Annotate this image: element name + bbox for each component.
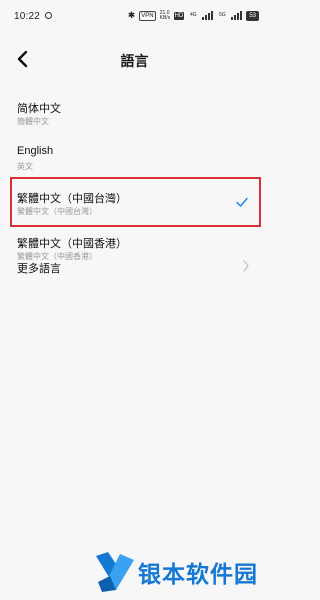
status-icons: ✱ VPN 21.0 KB/s HD 4G 5G 53 <box>128 10 259 21</box>
status-time: 10:22 <box>14 11 41 22</box>
language-item-traditional-chinese-taiwan[interactable]: 繁體中文（中國台灣） 繁體中文（中國台灣） <box>0 182 269 227</box>
watermark: 银本软件园 <box>90 546 265 598</box>
checkmark-icon <box>236 197 248 207</box>
language-native-name: 繁體中文（中國台灣） <box>17 207 97 216</box>
language-item-simplified-chinese[interactable]: 简体中文 簡體中文 <box>0 92 269 137</box>
language-name: 简体中文 <box>17 103 61 115</box>
language-native-name: 英文 <box>17 162 33 171</box>
bluetooth-icon: ✱ <box>127 10 136 20</box>
watermark-text: 银本软件园 <box>138 561 258 587</box>
language-name: English <box>17 145 54 157</box>
notification-icon <box>45 12 52 19</box>
network-speed-unit: KB/s <box>159 14 171 21</box>
language-item-english[interactable]: English 英文 <box>0 137 269 182</box>
language-name: 繁體中文（中國台灣） <box>17 193 127 205</box>
page-title: 語言 <box>120 53 149 69</box>
more-languages-item[interactable]: 更多語言 <box>0 251 269 281</box>
header: 語言 <box>0 42 269 76</box>
language-list: 简体中文 簡體中文 English 英文 繁體中文（中國台灣） 繁體中文（中國台… <box>0 92 269 272</box>
language-name: 繁體中文（中國香港） <box>17 238 127 250</box>
chevron-right-icon <box>243 260 249 272</box>
watermark-logo-icon <box>96 552 134 592</box>
more-languages-label: 更多語言 <box>17 263 61 275</box>
battery-icon: 53 <box>246 10 259 21</box>
status-bar: 10:22 ✱ VPN 21.0 KB/s HD 4G 5G 53 <box>0 0 269 32</box>
signal-icon-1 <box>202 11 214 20</box>
vpn-icon: VPN <box>139 10 156 21</box>
network-4g-label: 4G <box>189 12 197 18</box>
signal-icon-2 <box>231 11 243 20</box>
network-5g-label: 5G <box>218 12 226 18</box>
network-speed: 21.0 KB/s <box>159 10 171 21</box>
hd-icon: HD <box>173 11 185 20</box>
language-native-name: 簡體中文 <box>17 117 49 126</box>
